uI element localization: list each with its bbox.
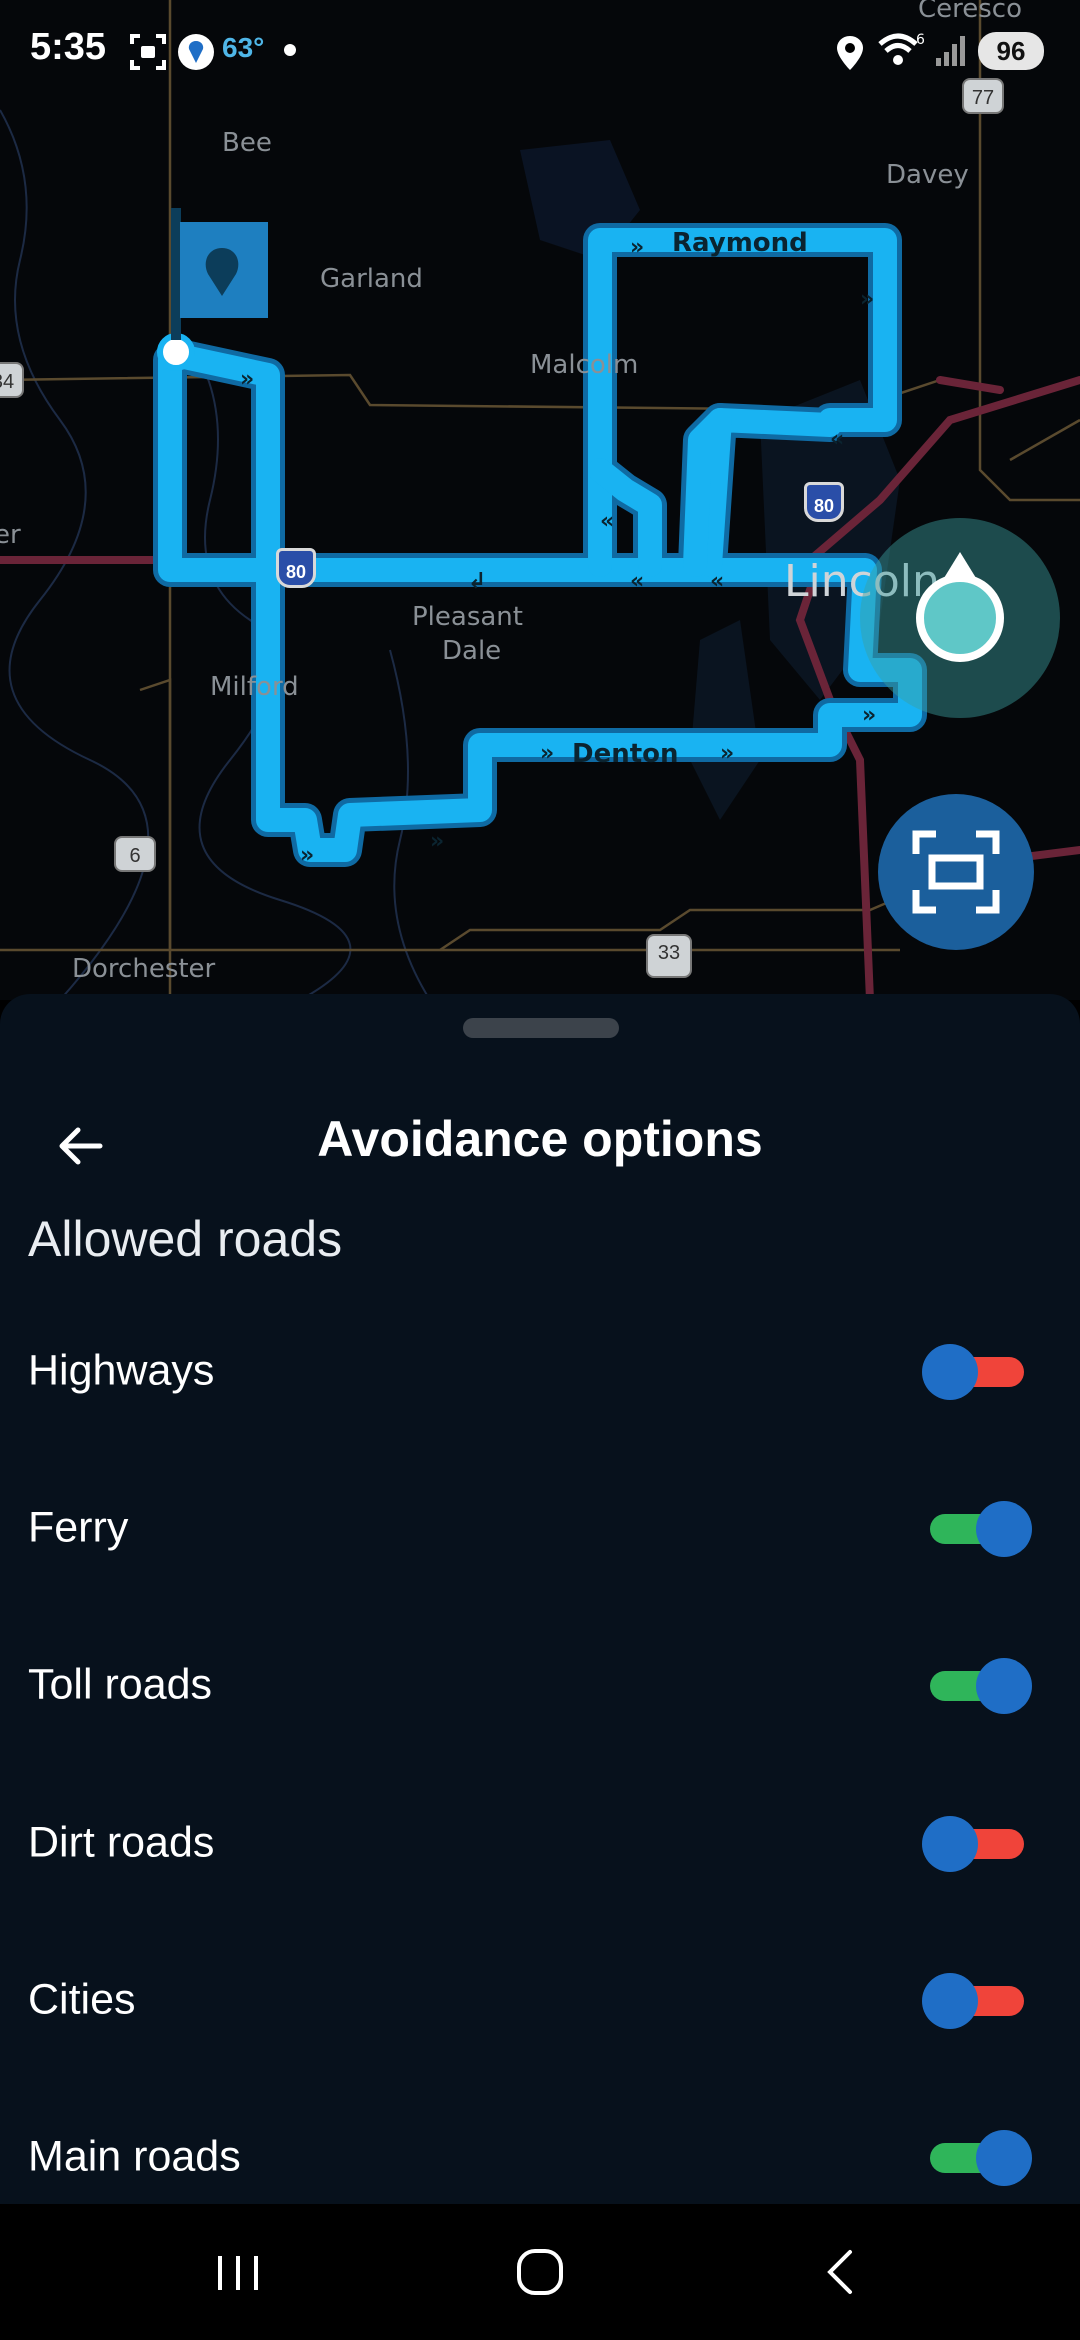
- nav-back-button[interactable]: [812, 2242, 872, 2302]
- recent-apps-icon: [218, 2256, 258, 2290]
- fit-route-icon: [912, 830, 1000, 914]
- option-row-cities[interactable]: Cities: [0, 1921, 1080, 2078]
- notification-dot: [284, 44, 296, 56]
- svg-text:↲: ↲: [468, 569, 486, 594]
- place-bee: Bee: [222, 128, 272, 158]
- svg-text:»: »: [720, 741, 734, 766]
- ferry-toggle[interactable]: [922, 1498, 1032, 1558]
- svg-text:»: »: [630, 235, 644, 260]
- system-nav-bar: [0, 2204, 1080, 2340]
- svg-text:«: «: [710, 569, 724, 594]
- interstate-80-shield: 80: [276, 548, 316, 588]
- sheet-title: Avoidance options: [317, 1111, 763, 1167]
- svg-text:«: «: [630, 569, 644, 594]
- highways-toggle[interactable]: [922, 1341, 1032, 1401]
- option-label: Highways: [28, 1346, 215, 1394]
- main-roads-toggle[interactable]: [922, 2127, 1032, 2187]
- dirt-roads-toggle[interactable]: [922, 1813, 1032, 1873]
- locate-me-button[interactable]: [860, 518, 1060, 718]
- place-milford: Milford: [210, 672, 299, 702]
- option-label: Ferry: [28, 1503, 129, 1551]
- svg-text:«: «: [600, 509, 614, 534]
- svg-text:»: »: [240, 367, 254, 392]
- svg-text:»: »: [300, 843, 314, 868]
- street-denton: Denton: [572, 739, 679, 769]
- status-temperature: 63°: [222, 32, 265, 63]
- svg-text:»: »: [430, 829, 444, 854]
- home-button[interactable]: [510, 2242, 570, 2302]
- svg-text:«: «: [830, 427, 844, 452]
- shield-34-partial: 34: [0, 362, 24, 398]
- option-row-dirt-roads[interactable]: Dirt roads: [0, 1764, 1080, 1921]
- toll-roads-toggle[interactable]: [922, 1655, 1032, 1715]
- place-partial: er: [0, 520, 21, 550]
- option-label: Dirt roads: [28, 1818, 215, 1866]
- place-dorchester: Dorchester: [72, 954, 216, 984]
- option-row-highways[interactable]: Highways: [0, 1292, 1080, 1449]
- section-header-allowed-roads: Allowed roads: [28, 1211, 343, 1267]
- svg-text:»: »: [862, 703, 876, 728]
- place-malcolm: Malcolm: [530, 350, 639, 380]
- avoidance-sheet: Avoidance options Allowed roads Highways…: [0, 994, 1080, 2204]
- state-33-shield: 33: [646, 934, 692, 978]
- svg-text:»: »: [540, 741, 554, 766]
- street-raymond: Raymond: [672, 228, 808, 258]
- interstate-80-shield-east: 80: [804, 482, 844, 522]
- status-time: 5:35: [30, 26, 107, 68]
- option-label: Main roads: [28, 2132, 241, 2180]
- us-6-shield: 6: [114, 836, 156, 872]
- place-davey: Davey: [886, 160, 969, 190]
- option-row-ferry[interactable]: Ferry: [0, 1449, 1080, 1606]
- cities-toggle[interactable]: [922, 1970, 1032, 2030]
- place-pleasant: Pleasant: [412, 602, 523, 632]
- location-icon: [916, 574, 1004, 662]
- battery-indicator: 96: [978, 32, 1044, 70]
- wifi-generation: 6: [916, 32, 925, 48]
- option-row-toll-roads[interactable]: Toll roads: [0, 1606, 1080, 1763]
- back-icon: [827, 2250, 852, 2294]
- sheet-drag-handle[interactable]: [463, 1018, 619, 1038]
- option-label: Toll roads: [28, 1660, 213, 1708]
- status-bar: 5:35 63° 6 96: [0, 0, 1080, 100]
- fit-route-button[interactable]: [878, 794, 1034, 950]
- map-view[interactable]: » » » « « « « » » » » » ↲ Ceresco Bee Da…: [0, 0, 1080, 1000]
- option-label: Cities: [28, 1975, 136, 2023]
- place-dale: Dale: [442, 636, 502, 666]
- option-row-main-roads[interactable]: Main roads: [0, 2078, 1080, 2204]
- svg-text:»: »: [860, 287, 874, 312]
- home-icon: [517, 2249, 563, 2295]
- place-garland: Garland: [320, 264, 423, 294]
- recent-apps-button[interactable]: [208, 2242, 268, 2302]
